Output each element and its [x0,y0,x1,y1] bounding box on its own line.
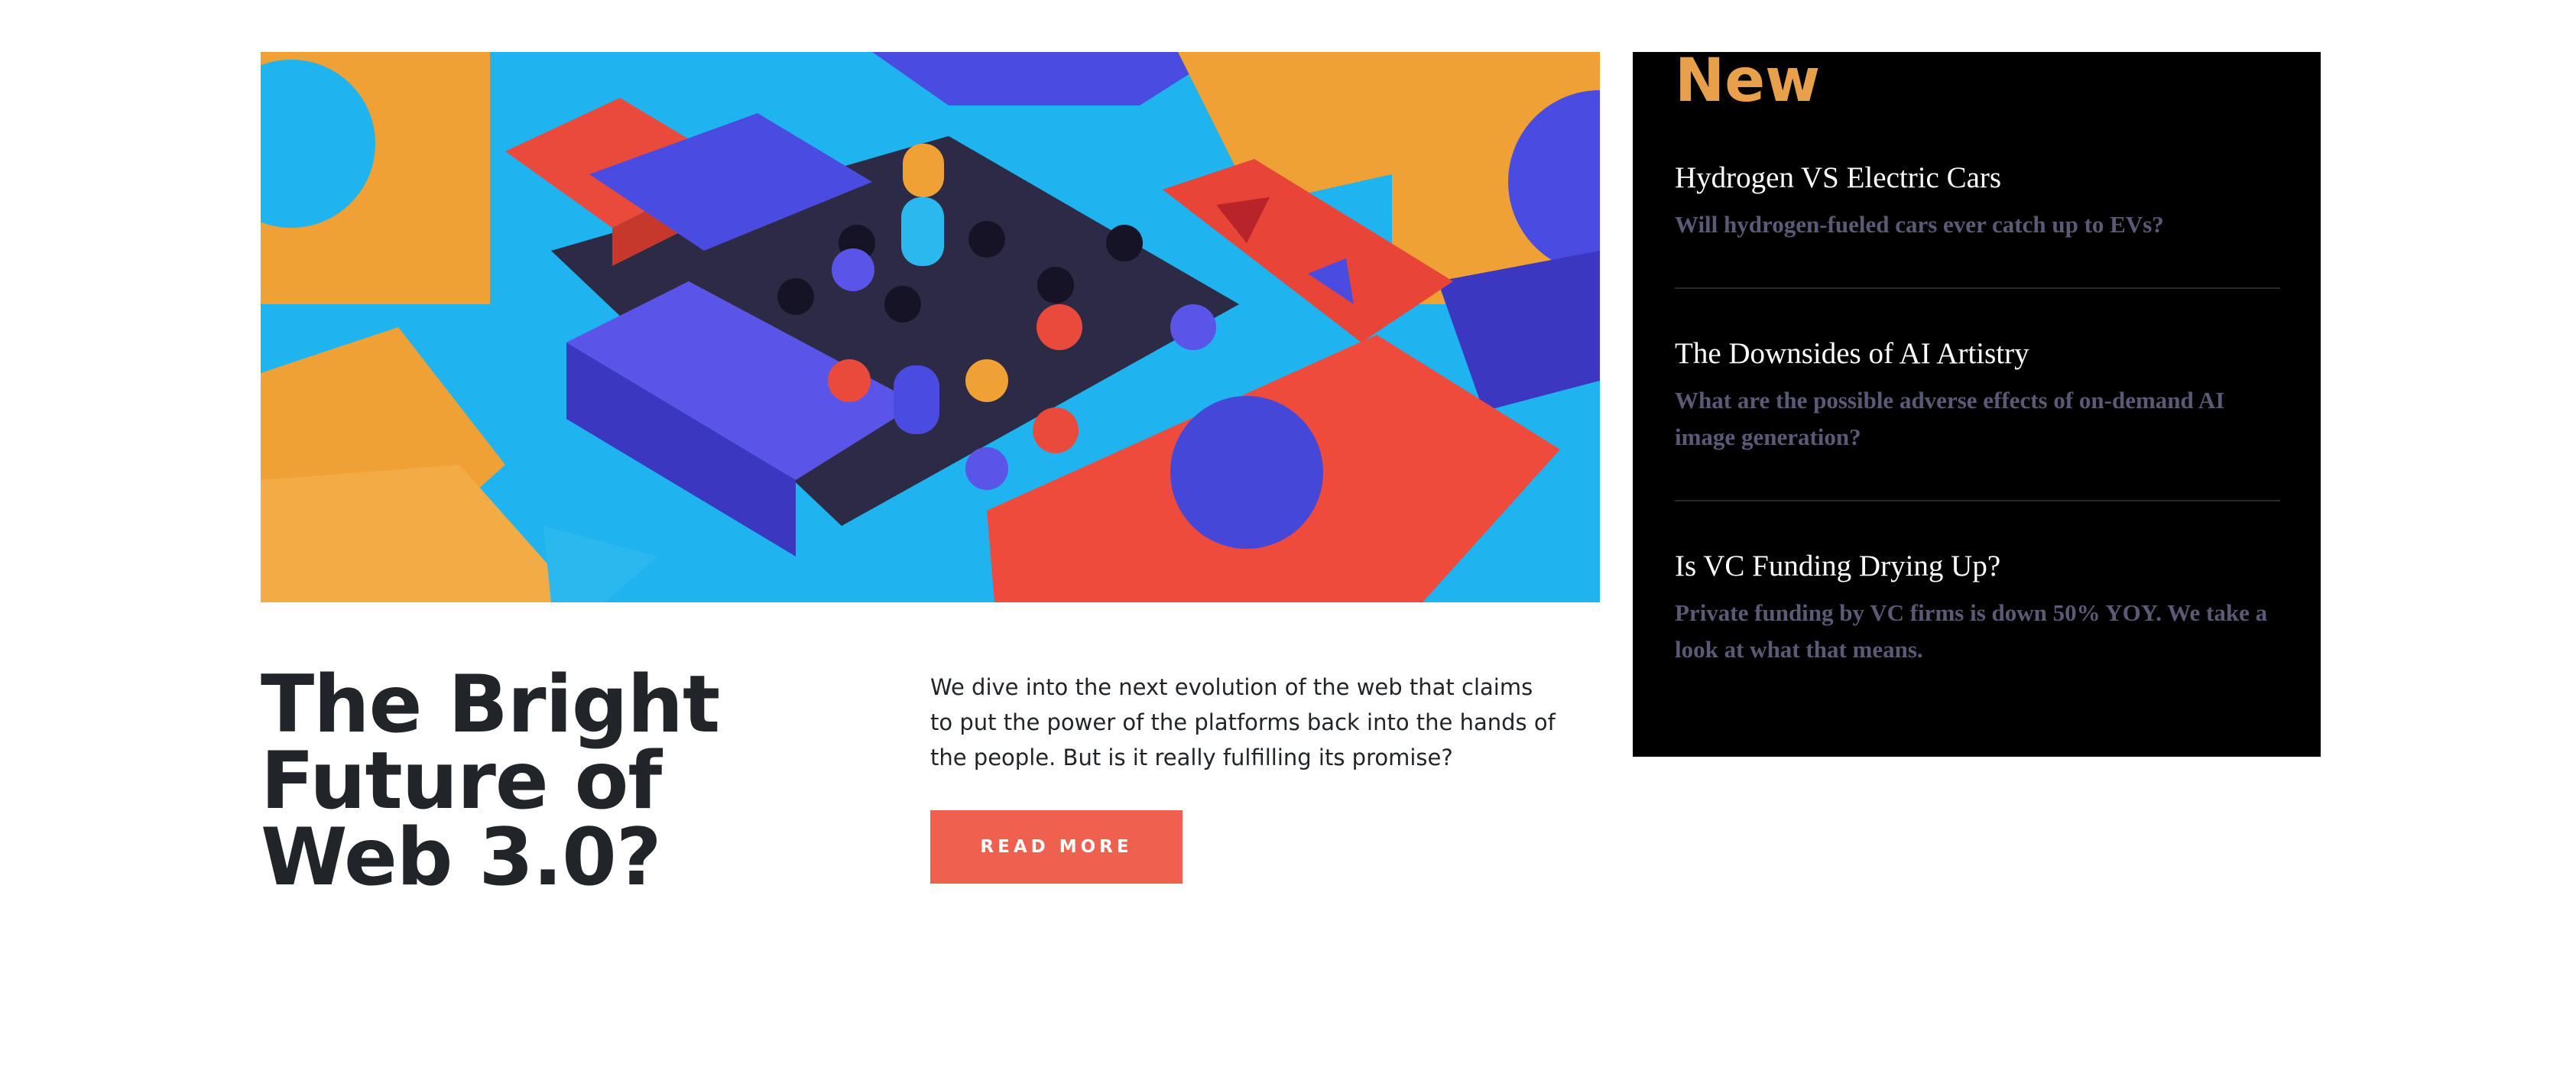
clipped-text-top [262,0,354,6]
hero-image [261,52,1600,602]
panel-heading: New [1675,47,1821,115]
news-item-description: Private funding by VC firms is down 50% … [1675,599,2268,663]
divider [1675,287,2280,289]
news-item-title[interactable]: The Downsides of AI Artistry [1675,335,2280,373]
article-title: The Bright Future of Web 3.0? [261,659,720,903]
new-articles-panel: New Hydrogen VS Electric Cars Will hydro… [1633,47,2321,757]
clipped-text-bottom [262,1084,354,1090]
news-item-hydrogen[interactable]: Hydrogen VS Electric Cars Will hydrogen-… [1675,159,2280,243]
news-item-title[interactable]: Is VC Funding Drying Up? [1675,547,2280,586]
news-item-vc-funding[interactable]: Is VC Funding Drying Up? Private funding… [1675,547,2280,668]
news-item-description: What are the possible adverse effects of… [1675,387,2225,450]
read-more-button[interactable]: READ MORE [930,810,1183,884]
news-item-title[interactable]: Hydrogen VS Electric Cars [1675,159,2280,197]
divider [1675,500,2280,501]
news-item-ai-artistry[interactable]: The Downsides of AI Artistry What are th… [1675,335,2280,456]
article-intro: We dive into the next evolution of the w… [930,674,1556,770]
news-item-description: Will hydrogen-fueled cars ever catch up … [1675,211,2164,238]
